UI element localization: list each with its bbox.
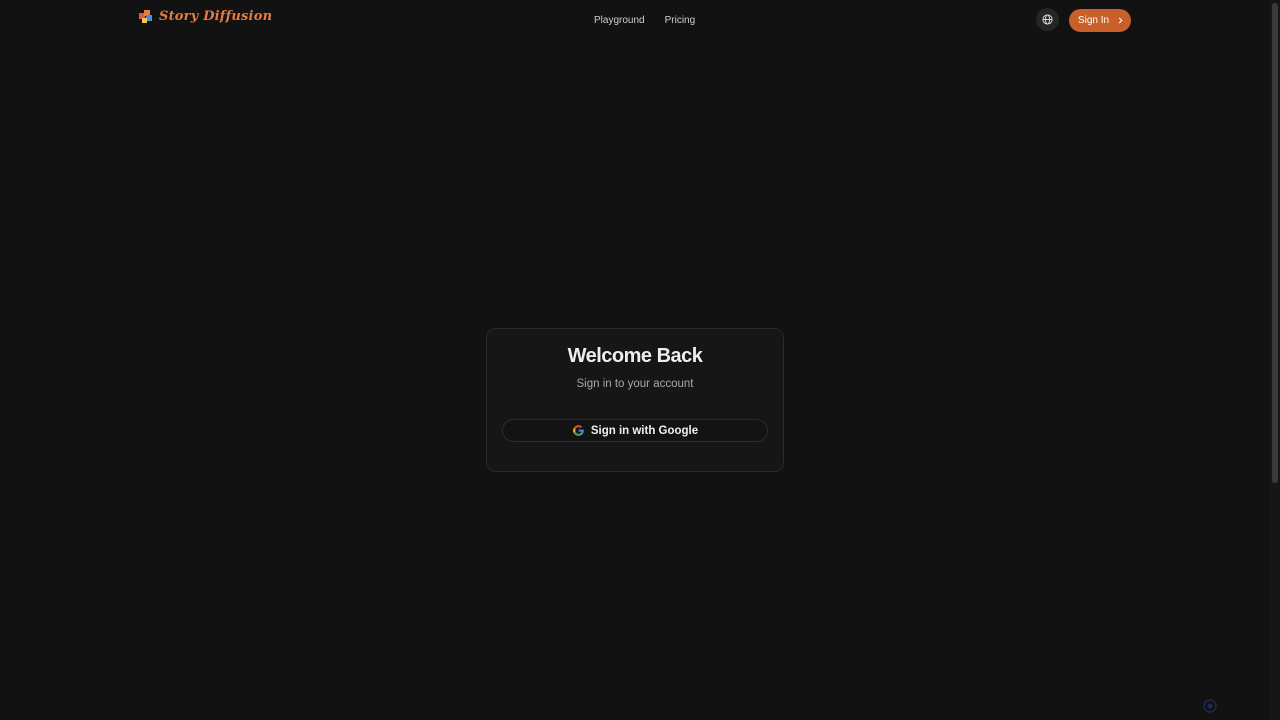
nav-link-playground[interactable]: Playground — [594, 14, 645, 28]
google-sign-in-label: Sign in with Google — [590, 424, 699, 437]
sign-in-label: Sign In — [1077, 15, 1110, 26]
sign-in-button[interactable]: Sign In — [1069, 9, 1131, 32]
widget-icon — [1203, 699, 1217, 713]
card-subtitle: Sign in to your account — [576, 378, 694, 390]
corner-widget[interactable] — [1203, 699, 1217, 713]
sign-in-card: Welcome Back Sign in to your account Sig… — [486, 328, 784, 472]
scrollbar-thumb[interactable] — [1272, 3, 1278, 483]
nav-link-pricing[interactable]: Pricing — [665, 14, 696, 28]
google-sign-in-button[interactable]: Sign in with Google — [502, 419, 768, 442]
globe-icon — [1042, 14, 1053, 25]
main-nav: Playground Pricing — [594, 14, 695, 28]
brand-logo-link[interactable]: Story Diffusion — [139, 9, 272, 24]
card-title: Welcome Back — [567, 345, 703, 367]
google-icon — [572, 425, 584, 436]
top-header: Story Diffusion Playground Pricing Sign … — [0, 0, 1270, 41]
chevron-right-icon — [1118, 17, 1123, 24]
brand-logo-icon — [139, 9, 152, 23]
page: Story Diffusion Playground Pricing Sign … — [0, 0, 1280, 720]
page-scrollbar[interactable] — [1270, 0, 1280, 720]
language-button[interactable] — [1036, 8, 1059, 31]
brand-name: Story Diffusion — [159, 9, 273, 24]
